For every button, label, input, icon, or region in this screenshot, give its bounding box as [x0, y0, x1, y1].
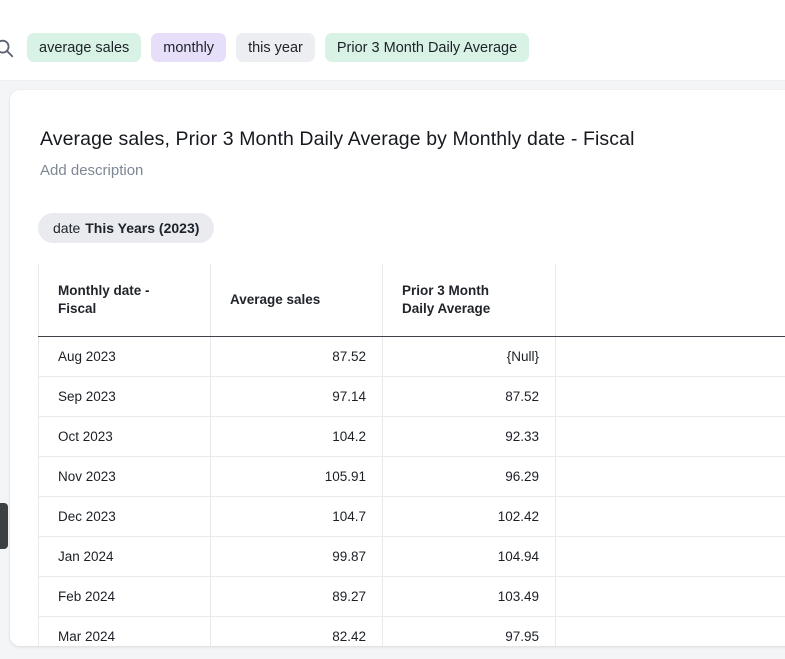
- date-cell[interactable]: Oct 2023: [39, 417, 211, 457]
- value-cell[interactable]: 103.49: [383, 577, 556, 617]
- date-cell[interactable]: Dec 2023: [39, 497, 211, 537]
- empty-cell: [556, 537, 785, 577]
- value-cell[interactable]: 97.95: [383, 617, 556, 647]
- value-cell[interactable]: 92.33: [383, 417, 556, 457]
- value-cell[interactable]: 96.29: [383, 457, 556, 497]
- table-row: Dec 2023104.7102.42: [39, 497, 785, 537]
- column-header[interactable]: Prior 3 Month Daily Average: [383, 264, 556, 337]
- value-cell[interactable]: 104.2: [211, 417, 383, 457]
- column-header[interactable]: Average sales: [211, 264, 383, 337]
- date-cell[interactable]: Nov 2023: [39, 457, 211, 497]
- empty-header-cell: [556, 264, 785, 337]
- value-cell[interactable]: 105.91: [211, 457, 383, 497]
- search-token[interactable]: this year: [236, 33, 315, 62]
- value-cell[interactable]: 104.7: [211, 497, 383, 537]
- search-icon: [0, 37, 15, 59]
- table-row: Nov 2023105.9196.29: [39, 457, 785, 497]
- empty-cell: [556, 497, 785, 537]
- value-cell[interactable]: 104.94: [383, 537, 556, 577]
- value-cell[interactable]: {Null}: [383, 337, 556, 377]
- table-body: Aug 202387.52{Null}Sep 202397.1487.52Oct…: [39, 337, 785, 647]
- table-row: Oct 2023104.292.33: [39, 417, 785, 457]
- empty-cell: [556, 417, 785, 457]
- date-cell[interactable]: Mar 2024: [39, 617, 211, 647]
- results-table: Monthly date - FiscalAverage salesPrior …: [38, 264, 785, 646]
- value-cell[interactable]: 87.52: [383, 377, 556, 417]
- answer-card: Average sales, Prior 3 Month Daily Avera…: [10, 90, 785, 646]
- page-title: Average sales, Prior 3 Month Daily Avera…: [40, 128, 785, 151]
- table-row: Mar 202482.4297.95: [39, 617, 785, 647]
- value-cell[interactable]: 99.87: [211, 537, 383, 577]
- date-cell[interactable]: Jan 2024: [39, 537, 211, 577]
- filter-name: date: [53, 220, 80, 236]
- search-bar[interactable]: average sales monthly this year Prior 3 Mon…: [0, 0, 785, 81]
- table-row: Feb 202489.27103.49: [39, 577, 785, 617]
- empty-cell: [556, 577, 785, 617]
- value-cell[interactable]: 87.52: [211, 337, 383, 377]
- table-row: Aug 202387.52{Null}: [39, 337, 785, 377]
- search-token[interactable]: Prior 3 Month Daily Average: [325, 33, 529, 62]
- empty-cell: [556, 457, 785, 497]
- table-row: Sep 202397.1487.52: [39, 377, 785, 417]
- date-cell[interactable]: Feb 2024: [39, 577, 211, 617]
- value-cell[interactable]: 82.42: [211, 617, 383, 647]
- left-scroll-indicator[interactable]: [0, 503, 8, 549]
- column-header[interactable]: Monthly date - Fiscal: [39, 264, 211, 337]
- filter-value: This Years (2023): [85, 220, 199, 236]
- search-token[interactable]: monthly: [151, 33, 226, 62]
- empty-cell: [556, 617, 785, 647]
- table-row: Jan 202499.87104.94: [39, 537, 785, 577]
- search-token[interactable]: average sales: [27, 33, 141, 62]
- empty-cell: [556, 377, 785, 417]
- search-chips: average sales monthly this year Prior 3 Mon…: [27, 33, 529, 62]
- date-cell[interactable]: Sep 2023: [39, 377, 211, 417]
- value-cell[interactable]: 89.27: [211, 577, 383, 617]
- filter-chip[interactable]: date This Years (2023): [38, 213, 214, 243]
- value-cell[interactable]: 102.42: [383, 497, 556, 537]
- table-header-row: Monthly date - FiscalAverage salesPrior …: [39, 264, 785, 337]
- value-cell[interactable]: 97.14: [211, 377, 383, 417]
- empty-cell: [556, 337, 785, 377]
- date-cell[interactable]: Aug 2023: [39, 337, 211, 377]
- add-description-link[interactable]: Add description: [40, 162, 785, 179]
